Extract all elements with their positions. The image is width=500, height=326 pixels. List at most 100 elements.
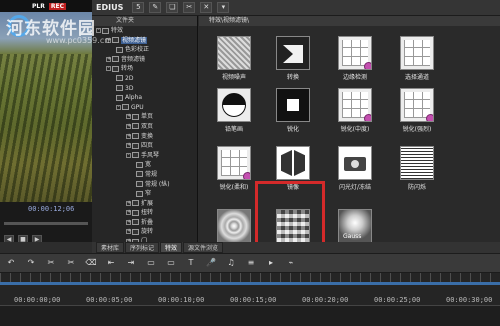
tree-item[interactable]: 窄 <box>92 189 197 199</box>
audio-icon[interactable]: ♫ <box>224 257 238 269</box>
render-icon[interactable]: ▸ <box>264 257 278 269</box>
tab-bin[interactable]: 素材库 <box>96 242 125 253</box>
gpu-badge-icon <box>426 114 433 121</box>
effect-thumbnail <box>217 209 251 243</box>
effect-label: 铅笔画 <box>224 126 243 133</box>
effect-item[interactable]: 转换 <box>268 36 318 94</box>
timeline-track[interactable] <box>0 305 500 326</box>
effect-item[interactable]: 锐化(强烈) <box>392 88 442 146</box>
tree-item-label: 单页 <box>141 113 154 121</box>
tree-item-label: 常规 (纵) <box>145 180 170 188</box>
tree-item[interactable]: - 手风琴 <box>92 151 197 161</box>
microphone-icon[interactable]: 🎤 <box>204 257 218 269</box>
tree-header: 文件夹 <box>92 16 197 26</box>
gpu-badge-icon <box>364 114 371 121</box>
tree-item[interactable]: 常规 (纵) <box>92 180 197 190</box>
effect-item[interactable]: 铅笔画 <box>209 88 259 146</box>
timeline-range-bar[interactable] <box>0 282 500 285</box>
folder-icon <box>116 75 123 82</box>
bin-toolbar: EDIUS 5 ✎ ❏ ✂ ✕ ▾ <box>92 0 500 16</box>
expand-icon[interactable]: + <box>126 200 131 206</box>
timecode-label: 00:00:20;00 <box>302 296 349 304</box>
tree-item[interactable]: + 旋转 <box>92 227 197 237</box>
mixer-icon[interactable]: ≡ <box>244 257 258 269</box>
gauss-caption: Gauss <box>343 233 362 240</box>
effect-item[interactable]: 选择通道 <box>392 36 442 94</box>
tree-item[interactable]: 色彩校正 <box>92 45 197 55</box>
copy-icon[interactable]: ❏ <box>166 2 179 13</box>
set-out-icon[interactable]: ⇥ <box>124 257 138 269</box>
tree-item-label: 2D <box>125 74 134 82</box>
effect-item[interactable]: 视频噪声 <box>209 36 259 94</box>
folder-icon <box>102 27 109 34</box>
collapse-icon[interactable]: - <box>106 66 111 72</box>
effect-item[interactable]: 防闪烁 <box>392 146 442 204</box>
expand-icon[interactable]: + <box>126 143 131 149</box>
effect-item[interactable]: 锐化 <box>268 88 318 146</box>
tree-item-label: 音频滤镜 <box>121 55 146 63</box>
folder-icon <box>116 85 123 92</box>
clip2-icon[interactable]: ▭ <box>164 257 178 269</box>
delete-icon[interactable]: ✕ <box>200 2 213 13</box>
expand-icon[interactable]: + <box>106 56 111 62</box>
tree-item[interactable]: - 特效 <box>92 26 197 36</box>
effect-label: 边缘检测 <box>342 74 367 81</box>
gpu-badge-icon <box>243 172 250 179</box>
effect-item[interactable]: 锐化(柔和) <box>209 146 259 204</box>
cut-icon[interactable]: ✂ <box>183 2 196 13</box>
tree-item[interactable]: - GPU <box>92 103 197 113</box>
tree-item[interactable]: + 四页 <box>92 141 197 151</box>
tree-item[interactable]: + 双页 <box>92 122 197 132</box>
title-icon[interactable]: T <box>184 257 198 269</box>
tab-source-browser[interactable]: 源文件浏览 <box>183 242 224 253</box>
tree-item-label: 色彩校正 <box>125 46 150 54</box>
expand-icon[interactable]: + <box>126 210 131 216</box>
delete-icon[interactable]: ⌫ <box>84 257 98 269</box>
expand-icon[interactable]: + <box>126 133 131 139</box>
tree-item[interactable]: + 音频滤镜 <box>92 55 197 65</box>
tree-item[interactable]: + 变换 <box>92 132 197 142</box>
expand-icon[interactable]: + <box>126 123 131 129</box>
tree-item-label: 折叠 <box>141 218 154 226</box>
cut-all-icon[interactable]: ✂ <box>64 257 78 269</box>
set-in-icon[interactable]: ⇤ <box>104 257 118 269</box>
edit-icon[interactable]: ✎ <box>149 2 162 13</box>
tree-item[interactable]: 2D <box>92 74 197 84</box>
tree-item[interactable]: 宽 <box>92 160 197 170</box>
tree-item[interactable]: + 扩展 <box>92 199 197 209</box>
collapse-icon[interactable]: - <box>126 152 131 158</box>
expand-icon[interactable]: + <box>126 229 131 235</box>
tree-item[interactable]: + 折叠 <box>92 218 197 228</box>
tab-effects[interactable]: 特效 <box>160 242 183 253</box>
player-scrub-slider[interactable] <box>4 222 88 225</box>
tree-item[interactable]: + 单页 <box>92 112 197 122</box>
rec-badge[interactable]: REC <box>48 2 66 10</box>
collapse-icon[interactable]: - <box>96 28 101 33</box>
tree-item[interactable]: Alpha <box>92 93 197 103</box>
waveform-icon[interactable]: ⌁ <box>284 257 298 269</box>
tree-item[interactable]: - 转场 <box>92 64 197 74</box>
effect-item[interactable]: 锐化(中度) <box>330 88 380 146</box>
tree-item-label: 双页 <box>141 122 154 130</box>
timeline-toolbar: ↶ ↷ ✂ ✂ ⌫ ⇤ ⇥ ▭ ▭ T 🎤 ♫ ≡ ▸ ⌁ <box>0 253 500 273</box>
tree-item[interactable]: + 扭转 <box>92 208 197 218</box>
effect-item[interactable]: 边缘检测 <box>330 36 380 94</box>
dropdown-icon[interactable]: ▾ <box>217 2 230 13</box>
effect-label: 锐化(柔和) <box>219 184 249 191</box>
tab-sequence-markers[interactable]: 序列标记 <box>125 242 160 253</box>
undo-icon[interactable]: ↶ <box>4 257 18 269</box>
expand-icon[interactable]: + <box>126 219 131 225</box>
timecode-label: 00:00:30;00 <box>446 296 493 304</box>
plr-badge[interactable]: PLR <box>30 3 47 10</box>
tree-item[interactable]: 3D <box>92 84 197 94</box>
effect-item[interactable]: 闪光灯/冻结 <box>330 146 380 204</box>
expand-icon[interactable]: + <box>126 114 131 120</box>
tree-item[interactable]: 常规 <box>92 170 197 180</box>
tree-item-label: 宽 <box>145 161 152 169</box>
collapse-icon[interactable]: - <box>116 104 121 110</box>
clip-icon[interactable]: ▭ <box>144 257 158 269</box>
effect-thumbnail <box>338 88 372 122</box>
redo-icon[interactable]: ↷ <box>24 257 38 269</box>
cut-icon[interactable]: ✂ <box>44 257 58 269</box>
number-icon[interactable]: 5 <box>132 2 145 13</box>
